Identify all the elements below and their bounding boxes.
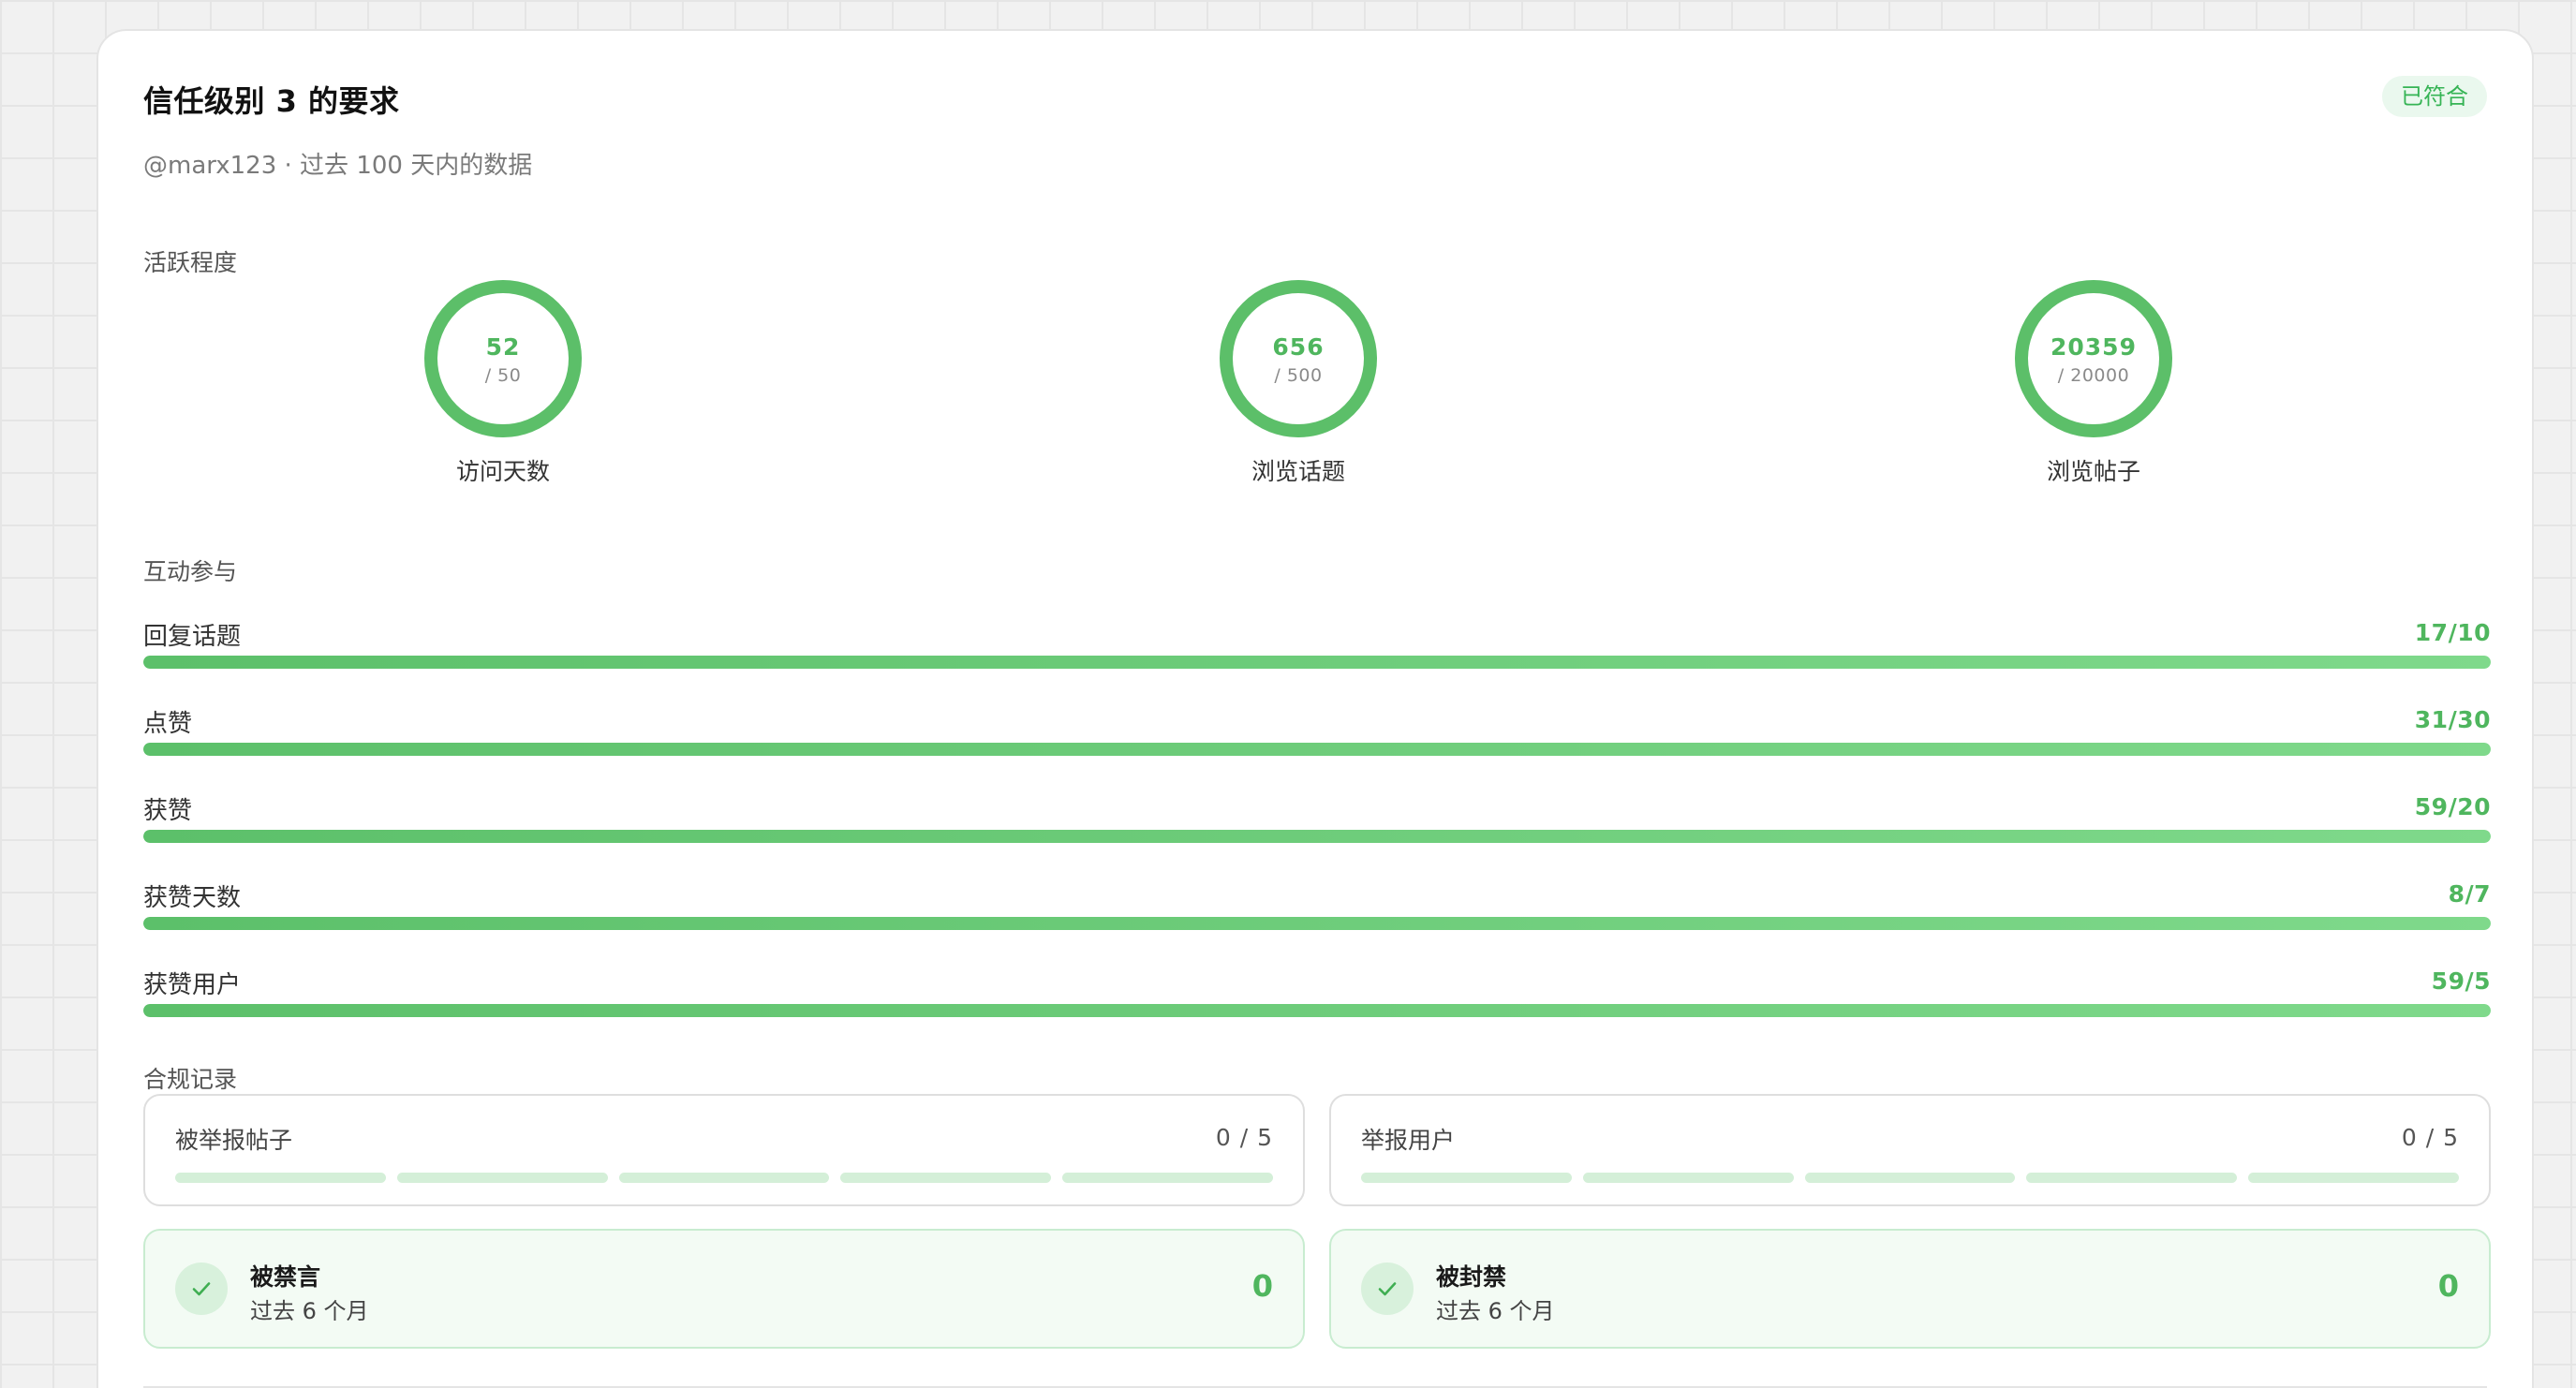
bar-likes-received: 获赞 59/20 [143,791,2491,866]
bar-replies: 回复话题 17/10 [143,617,2491,692]
progress-ring: 656 / 500 [1219,279,1378,438]
bar-label: 获赞天数 [143,884,242,912]
bar-value: 59/20 [2414,793,2491,820]
progress-fill [143,1004,2491,1017]
status-subtitle: 过去 6 个月 [250,1298,369,1324]
ring-visit-days: 52 / 50 访问天数 [391,279,615,487]
engagement-section-label: 互动参与 [143,558,238,585]
status-subtitle: 过去 6 个月 [1436,1298,1555,1324]
ring-label: 浏览话题 [1251,458,1345,485]
counter-value: 0 / 5 [2401,1124,2459,1151]
status-suspended: 被封禁 过去 6 个月 0 [1329,1229,2491,1349]
counter-flagged-posts: 被举报帖子 0 / 5 [143,1094,1305,1206]
progress-fill [143,656,2491,669]
progress-ring: 20359 / 20000 [2014,279,2173,438]
ring-target: / 500 [1274,365,1323,386]
progress-track [143,656,2491,669]
segment [396,1173,608,1183]
counter-label: 举报用户 [1361,1127,1456,1154]
page-subtitle: @marx123 · 过去 100 天内的数据 [143,152,533,180]
counter-value: 0 / 5 [1215,1124,1273,1151]
bar-label: 获赞用户 [143,971,242,999]
activity-section-label: 活跃程度 [143,249,238,276]
status-silenced: 被禁言 过去 6 个月 0 [143,1229,1305,1349]
ring-value: 20359 [2050,333,2137,361]
page-title: 信任级别 3 的要求 [143,83,400,119]
progress-track [143,743,2491,756]
progress-fill [143,917,2491,930]
status-title: 被禁言 [250,1263,321,1291]
compliance-section-label: 合规记录 [143,1066,238,1093]
ring-topics-viewed: 656 / 500 浏览话题 [1186,279,1411,487]
segment [1804,1173,2016,1183]
counter-flagged-by-users: 举报用户 0 / 5 [1329,1094,2491,1206]
segment [175,1173,386,1183]
segment [1582,1173,1794,1183]
progress-fill [143,743,2491,756]
progress-track [143,830,2491,843]
bar-liked-days: 获赞天数 8/7 [143,879,2491,953]
ring-label: 访问天数 [455,458,550,485]
progress-ring: 52 / 50 [423,279,583,438]
status-badge: 已符合 [2382,76,2487,117]
status-value: 0 [2437,1268,2459,1304]
segment-bar [175,1173,1273,1183]
segment [2248,1173,2459,1183]
check-icon [1361,1262,1414,1315]
bar-label: 获赞 [143,797,193,825]
ring-target: / 50 [484,365,522,386]
ring-target: / 20000 [2057,365,2130,386]
ring-posts-viewed: 20359 / 20000 浏览帖子 [1981,279,2206,487]
trust-level-card: 信任级别 3 的要求 已符合 @marx123 · 过去 100 天内的数据 活… [96,29,2534,1388]
counter-label: 被举报帖子 [175,1127,293,1154]
segment [1062,1173,1273,1183]
status-title: 被封禁 [1436,1263,1507,1291]
bar-value: 31/30 [2414,706,2491,733]
segment [2026,1173,2238,1183]
progress-track [143,917,2491,930]
segment [618,1173,830,1183]
bar-label: 回复话题 [143,623,242,651]
segment-bar [1361,1173,2459,1183]
ring-value: 656 [1272,333,1325,361]
ring-value: 52 [485,333,521,361]
progress-track [143,1004,2491,1017]
status-value: 0 [1251,1268,1273,1304]
check-icon [175,1262,228,1315]
bar-label: 点赞 [143,710,193,738]
progress-fill [143,830,2491,843]
bar-value: 8/7 [2448,880,2491,908]
segment [840,1173,1052,1183]
bar-value: 17/10 [2414,619,2491,646]
bar-liked-users: 获赞用户 59/5 [143,966,2491,1041]
ring-label: 浏览帖子 [2046,458,2140,485]
bar-likes-given: 点赞 31/30 [143,704,2491,779]
bar-value: 59/5 [2431,967,2491,995]
segment [1361,1173,1572,1183]
